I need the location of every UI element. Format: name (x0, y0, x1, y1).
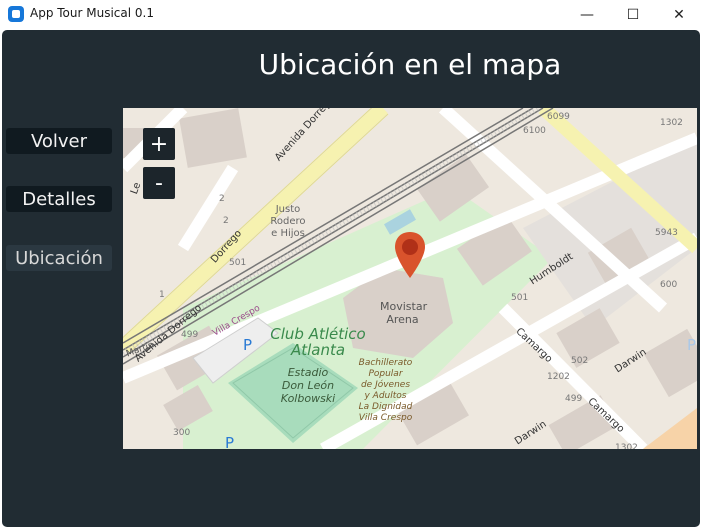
zoom-in-button[interactable]: + (143, 128, 175, 160)
app-icon (8, 6, 24, 22)
title-bar: App Tour Musical 0.1 — ☐ ✕ (0, 0, 702, 29)
close-button[interactable]: ✕ (656, 0, 702, 29)
maximize-button[interactable]: ☐ (610, 0, 656, 29)
app-window: Ubicación en el mapa Volver Detalles Ubi… (2, 30, 700, 527)
zoom-out-button[interactable]: - (143, 167, 175, 199)
window-title: App Tour Musical 0.1 (30, 6, 154, 20)
page-title: Ubicación en el mapa (258, 48, 562, 81)
map-view[interactable]: Movistar Arena Club Atlético Atlanta Est… (123, 108, 697, 449)
location-pin-icon (395, 232, 425, 278)
details-button[interactable]: Detalles (6, 186, 112, 212)
minimize-button[interactable]: — (564, 0, 610, 29)
back-button[interactable]: Volver (6, 128, 112, 154)
location-button[interactable]: Ubicación (6, 245, 112, 271)
